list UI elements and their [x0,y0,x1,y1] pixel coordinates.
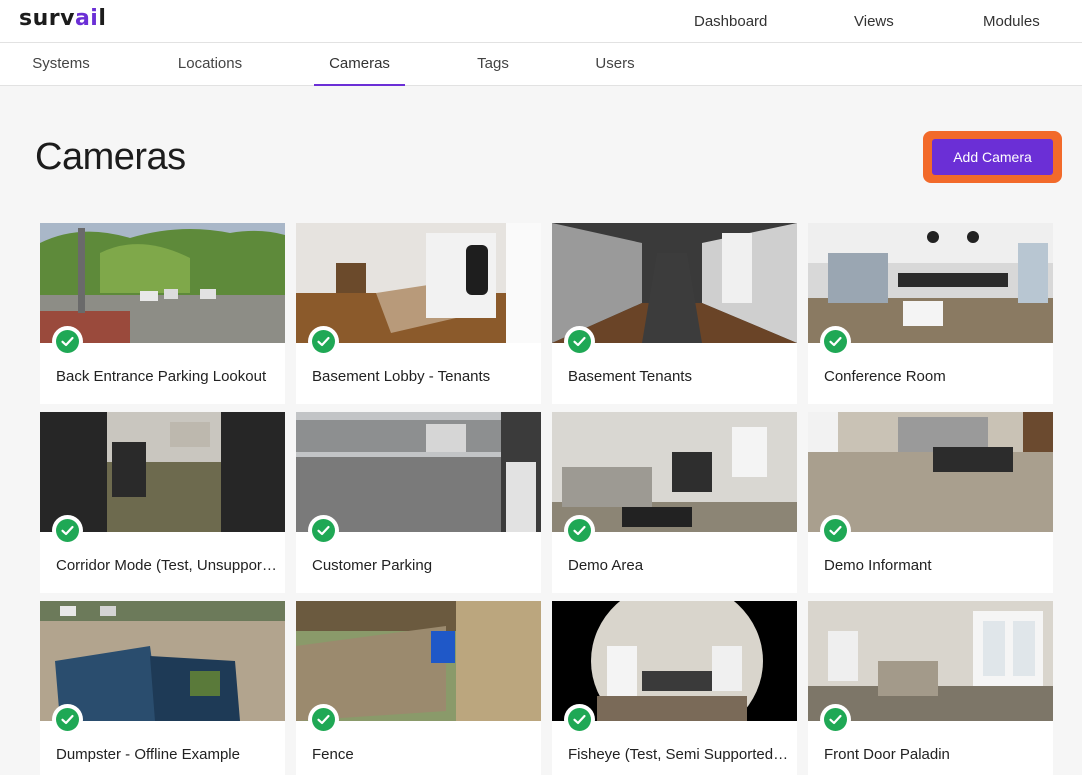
online-status [820,515,851,546]
camera-card[interactable]: Corridor Mode (Test, Unsupported) [40,412,285,593]
check-icon [61,336,74,347]
camera-name: Back Entrance Parking Lookout [56,368,267,385]
check-icon [829,714,842,725]
online-status [820,326,851,357]
check-icon [573,336,586,347]
camera-card[interactable]: Demo Informant [808,412,1053,593]
camera-thumbnail [552,223,797,343]
online-status [308,704,339,735]
check-icon [61,714,74,725]
camera-card[interactable]: Basement Lobby - Tenants [296,223,541,404]
online-status [564,704,595,735]
add-camera-button[interactable]: Add Camera [932,139,1053,175]
tab-locations[interactable]: Locations [160,43,260,86]
online-status [564,326,595,357]
top-bar: survail Dashboard Views Modules [0,0,1082,43]
camera-name: Demo Informant [824,557,932,574]
camera-name: Corridor Mode (Test, Unsupported) [56,557,278,574]
online-status [52,704,83,735]
camera-thumbnail [808,223,1053,343]
page-title: Cameras [35,136,186,178]
online-status [308,326,339,357]
survail-logo[interactable]: survail [19,6,106,31]
camera-card[interactable]: Dumpster - Offline Example [40,601,285,775]
camera-name: Basement Lobby - Tenants [312,368,491,385]
tab-cameras[interactable]: Cameras [314,43,405,86]
camera-card[interactable]: Conference Room [808,223,1053,404]
camera-card[interactable]: Demo Area [552,412,797,593]
check-icon [61,525,74,536]
camera-name: Customer Parking [312,557,433,574]
tab-users[interactable]: Users [582,43,648,86]
camera-thumbnail [40,412,285,532]
camera-thumbnail [296,223,541,343]
camera-name: Fisheye (Test, Semi Supported Feed) [568,746,790,763]
camera-thumbnail [552,601,797,721]
sub-nav: Systems Locations Cameras Tags Users [0,43,1082,86]
camera-card[interactable]: Basement Tenants [552,223,797,404]
camera-name: Fence [312,746,354,763]
camera-thumbnail [552,412,797,532]
tab-systems[interactable]: Systems [20,43,102,86]
camera-thumbnail [40,223,285,343]
camera-thumbnail [296,412,541,532]
online-status [52,326,83,357]
check-icon [317,525,330,536]
nav-dashboard[interactable]: Dashboard [694,13,767,30]
camera-name: Basement Tenants [568,368,692,385]
camera-card[interactable]: Customer Parking [296,412,541,593]
online-status [52,515,83,546]
camera-thumbnail [296,601,541,721]
camera-card[interactable]: Back Entrance Parking Lookout [40,223,285,404]
online-status [308,515,339,546]
camera-card[interactable]: Front Door Paladin [808,601,1053,775]
nav-views[interactable]: Views [854,13,894,30]
camera-thumbnail [808,601,1053,721]
check-icon [573,714,586,725]
check-icon [829,336,842,347]
camera-name: Demo Area [568,557,644,574]
camera-card[interactable]: Fence [296,601,541,775]
camera-name: Dumpster - Offline Example [56,746,240,763]
camera-name: Conference Room [824,368,946,385]
check-icon [317,336,330,347]
online-status [820,704,851,735]
check-icon [573,525,586,536]
camera-thumbnail [40,601,285,721]
tab-tags[interactable]: Tags [462,43,524,86]
check-icon [829,525,842,536]
online-status [564,515,595,546]
camera-thumbnail [808,412,1053,532]
camera-card[interactable]: Fisheye (Test, Semi Supported Feed) [552,601,797,775]
camera-name: Front Door Paladin [824,746,950,763]
check-icon [317,714,330,725]
nav-modules[interactable]: Modules [983,13,1040,30]
